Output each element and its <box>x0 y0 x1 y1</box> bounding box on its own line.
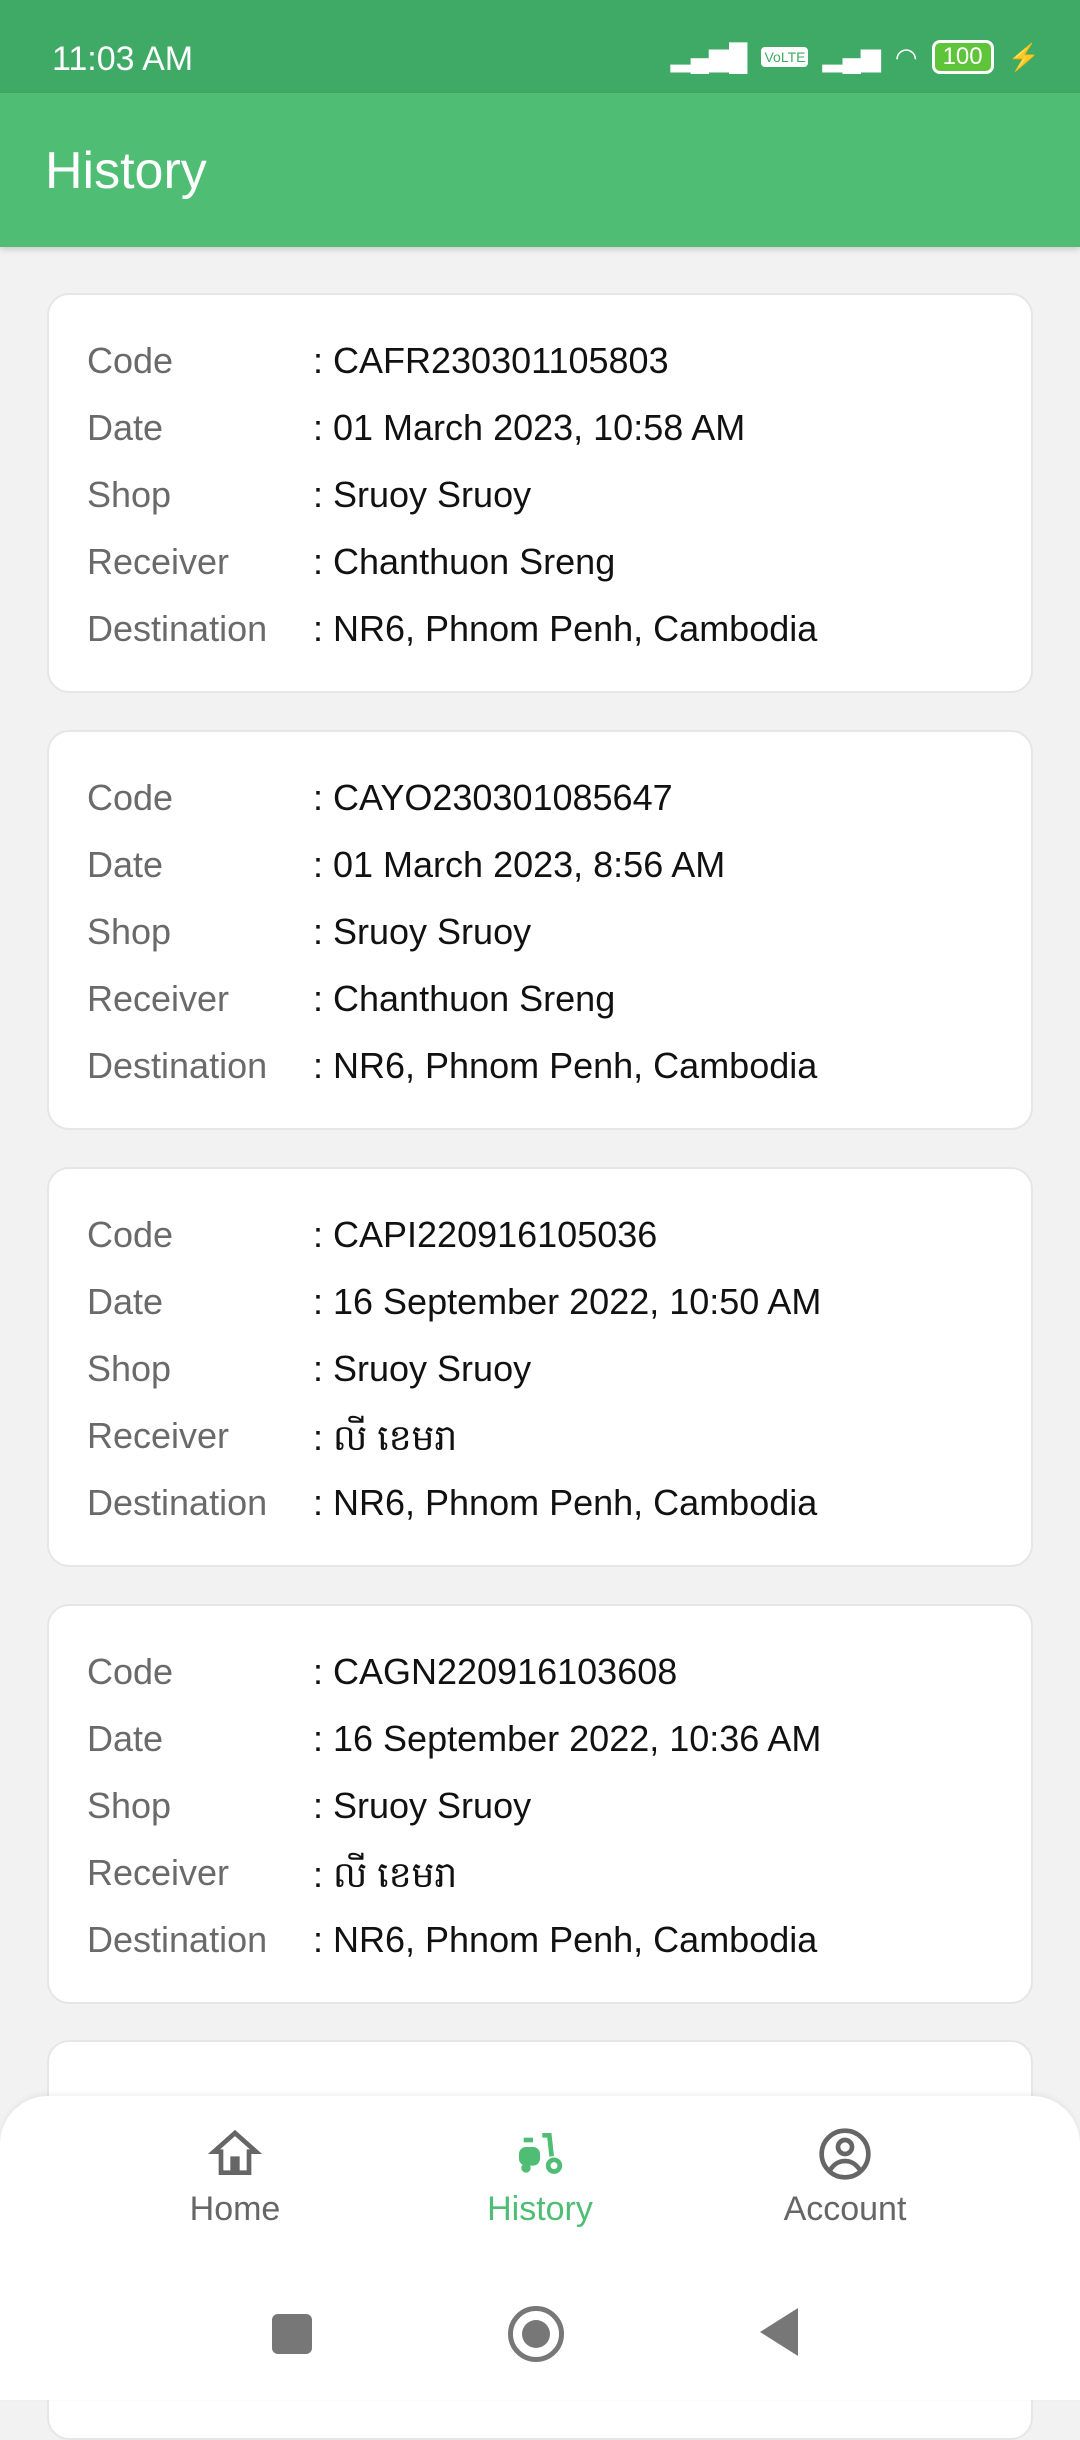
field-code: Code : CAYO230301085647 <box>87 777 673 827</box>
field-shop: Shop : Sruoy Sruoy <box>87 1348 531 1398</box>
status-time: 11:03 AM <box>52 40 194 78</box>
destination-value: : NR6, Phnom Penh, Cambodia <box>313 1482 818 1523</box>
destination-value: : NR6, Phnom Penh, Cambodia <box>313 1045 818 1086</box>
field-code: Code : CAFR230301105803 <box>87 340 669 390</box>
field-receiver: Receiver : Chanthuon Sreng <box>87 541 615 591</box>
battery-icon: 100 <box>931 40 994 74</box>
home-icon <box>207 2129 263 2175</box>
code-label: Code <box>87 1651 174 1692</box>
field-destination: Destination : NR6, Phnom Penh, Cambodia <box>87 1482 817 1532</box>
receiver-label: Receiver <box>87 1415 230 1456</box>
recents-button[interactable] <box>272 2314 312 2354</box>
code-label: Code <box>87 777 174 818</box>
field-receiver: Receiver : លី ខេមរា <box>87 1852 457 1902</box>
receiver-label: Receiver <box>87 978 230 1019</box>
nav-history[interactable]: History <box>440 2126 640 2229</box>
shop-value: : Sruoy Sruoy <box>313 474 532 515</box>
date-label: Date <box>87 1718 164 1759</box>
field-destination: Destination : NR6, Phnom Penh, Cambodia <box>87 608 817 658</box>
destination-label: Destination <box>87 1482 268 1523</box>
field-shop: Shop : Sruoy Sruoy <box>87 474 531 524</box>
shop-label: Shop <box>87 1785 172 1826</box>
code-value: : CAGN220916103608 <box>313 1651 678 1692</box>
receiver-label: Receiver <box>87 541 230 582</box>
volte-icon: VoLTE <box>761 47 809 67</box>
code-value: : CAFR230301105803 <box>313 340 669 381</box>
field-date: Date : 01 March 2023, 8:56 AM <box>87 844 725 894</box>
code-label: Code <box>87 1214 174 1255</box>
field-receiver: Receiver : Chanthuon Sreng <box>87 978 615 1028</box>
receiver-label: Receiver <box>87 1852 230 1893</box>
code-value: : CAPI220916105036 <box>313 1214 658 1255</box>
receiver-value: : Chanthuon Sreng <box>313 978 616 1019</box>
shop-label: Shop <box>87 1348 172 1389</box>
code-label: Code <box>87 340 174 381</box>
field-date: Date : 16 September 2022, 10:36 AM <box>87 1718 821 1768</box>
destination-label: Destination <box>87 608 268 649</box>
nav-home[interactable]: Home <box>135 2126 335 2229</box>
back-button[interactable] <box>760 2308 798 2356</box>
nav-home-label: Home <box>189 2190 281 2228</box>
status-bar: 11:03 AM ▂▄▆█ VoLTE ▂▄▆ ◠ 100 ⚡ <box>0 0 1080 93</box>
history-card[interactable]: Code : CAYO230301085647 Date : 01 March 202… <box>47 730 1033 1130</box>
account-icon <box>819 2128 871 2180</box>
field-destination: Destination : NR6, Phnom Penh, Cambodia <box>87 1045 817 1095</box>
date-label: Date <box>87 407 164 448</box>
receiver-value: : លី ខេមរា <box>313 1854 458 1895</box>
date-value: : 01 March 2023, 8:56 AM <box>313 844 726 885</box>
shop-value: : Sruoy Sruoy <box>313 911 532 952</box>
field-receiver: Receiver : លី ខេមរា <box>87 1415 457 1465</box>
scooter-icon <box>519 2133 563 2174</box>
charging-icon: ⚡ <box>1007 41 1040 72</box>
shop-value: : Sruoy Sruoy <box>313 1785 532 1826</box>
signal-icon: ▂▄▆█ <box>670 41 748 72</box>
field-shop: Shop : Sruoy Sruoy <box>87 1785 531 1835</box>
app-bar: History <box>0 93 1080 247</box>
history-card[interactable]: Code : CAFR230301105803 Date : 01 March 202… <box>47 293 1033 693</box>
history-card[interactable]: Code : CAGN220916103608 Date : 16 September… <box>47 1604 1033 2004</box>
bottom-nav: Home History Account <box>0 2096 1080 2400</box>
wifi-icon: ◠ <box>894 41 918 72</box>
history-card[interactable]: Code : CAPI220916105036 Date : 16 September… <box>47 1167 1033 1567</box>
field-date: Date : 01 March 2023, 10:58 AM <box>87 407 745 457</box>
page-title: History <box>45 142 207 200</box>
date-value: : 16 September 2022, 10:50 AM <box>313 1281 822 1322</box>
destination-label: Destination <box>87 1919 268 1960</box>
date-value: : 01 March 2023, 10:58 AM <box>313 407 746 448</box>
date-value: : 16 September 2022, 10:36 AM <box>313 1718 822 1759</box>
field-shop: Shop : Sruoy Sruoy <box>87 911 531 961</box>
nav-account[interactable]: Account <box>745 2126 945 2229</box>
destination-label: Destination <box>87 1045 268 1086</box>
shop-value: : Sruoy Sruoy <box>313 1348 532 1389</box>
shop-label: Shop <box>87 474 172 515</box>
field-code: Code : CAPI220916105036 <box>87 1214 657 1264</box>
field-code: Code : CAGN220916103608 <box>87 1651 677 1701</box>
destination-value: : NR6, Phnom Penh, Cambodia <box>313 1919 818 1960</box>
date-label: Date <box>87 844 164 885</box>
date-label: Date <box>87 1281 164 1322</box>
receiver-value: : Chanthuon Sreng <box>313 541 616 582</box>
receiver-value: : លី ខេមរា <box>313 1417 458 1458</box>
signal-icon-2: ▂▄▆ <box>822 41 881 72</box>
field-destination: Destination : NR6, Phnom Penh, Cambodia <box>87 1919 817 1969</box>
nav-history-label: History <box>487 2190 593 2228</box>
destination-value: : NR6, Phnom Penh, Cambodia <box>313 608 818 649</box>
code-value: : CAYO230301085647 <box>313 777 673 818</box>
home-system-button[interactable] <box>508 2306 564 2362</box>
nav-account-label: Account <box>783 2190 907 2228</box>
field-date: Date : 16 September 2022, 10:50 AM <box>87 1281 821 1331</box>
shop-label: Shop <box>87 911 172 952</box>
